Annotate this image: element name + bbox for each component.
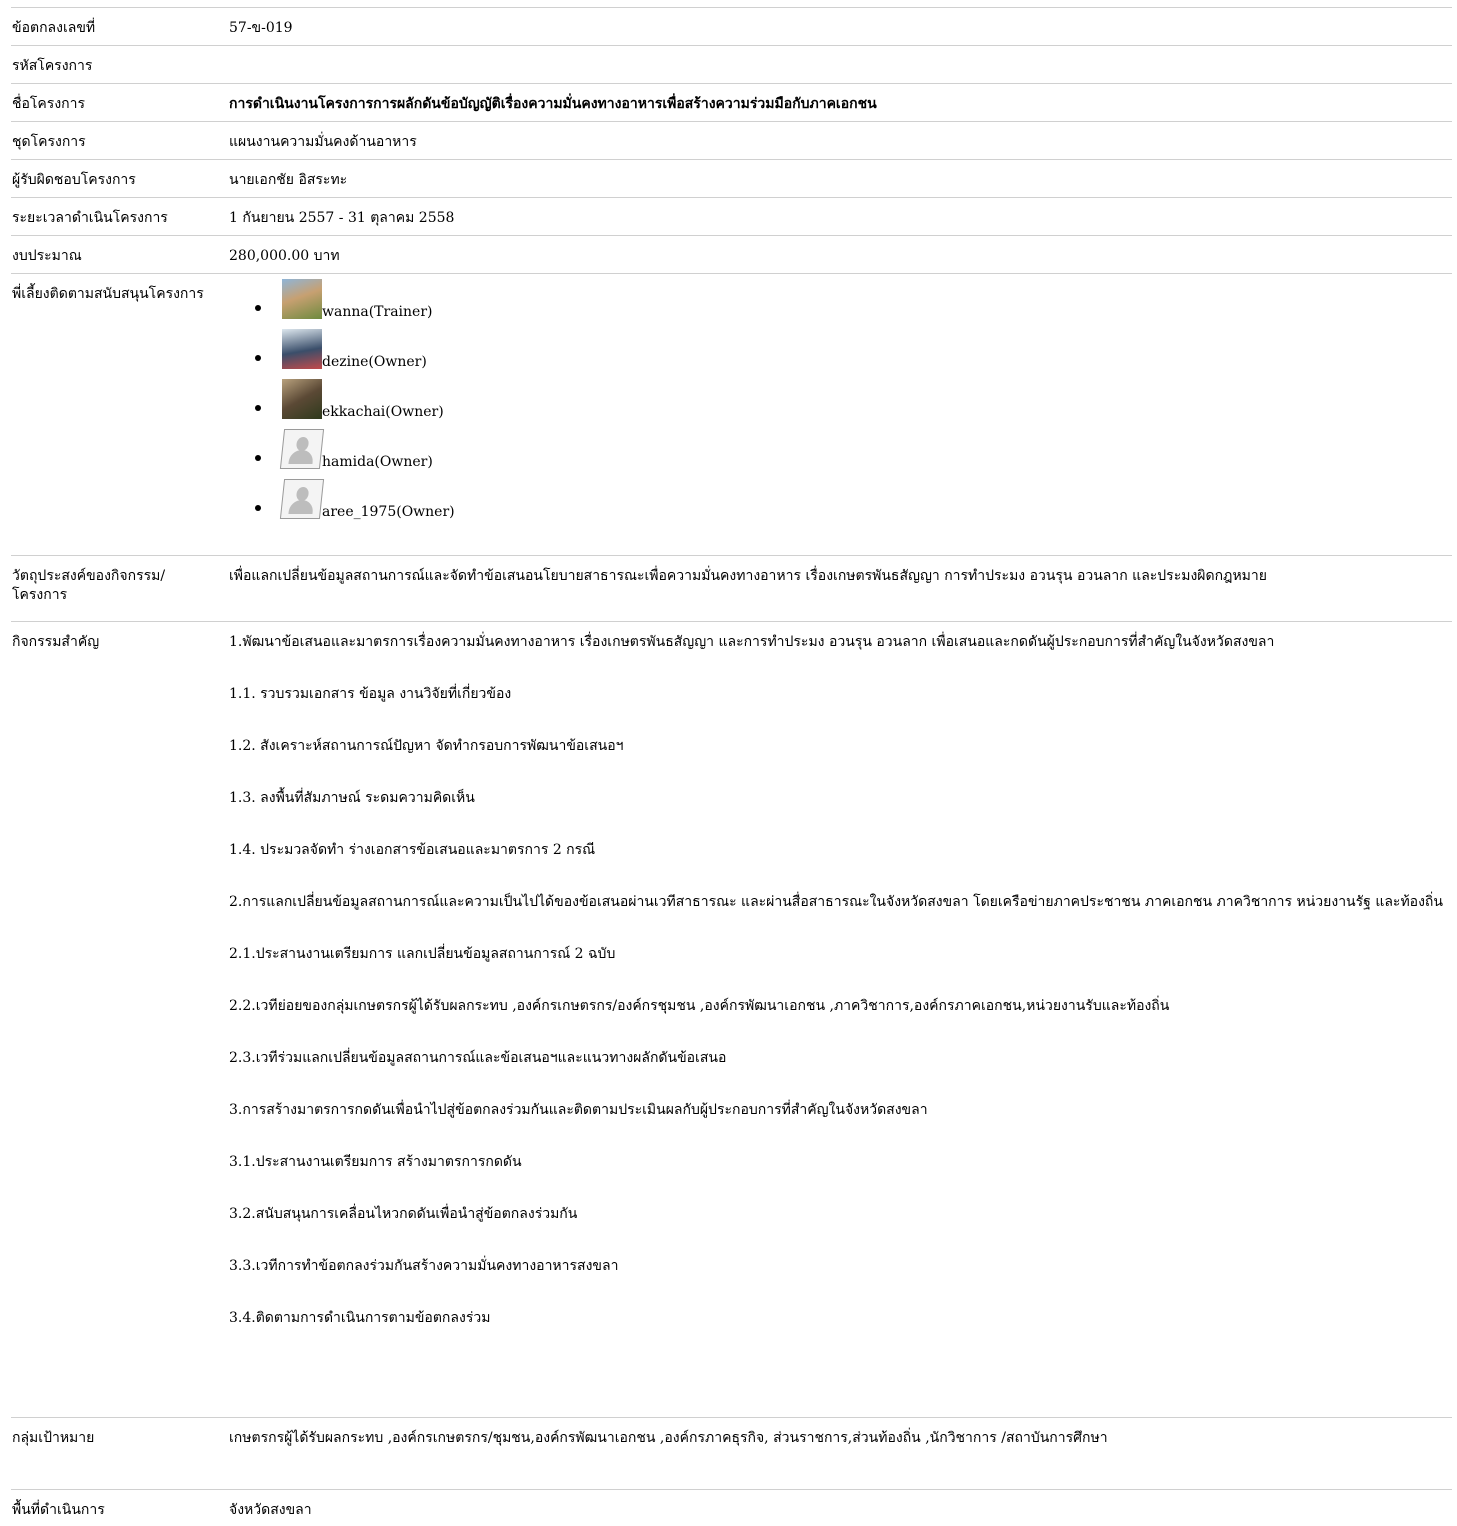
project-info-table: ข้อตกลงเลขที่ 57-ข-019 รหัสโครงการ ชื่อโ… [11,7,1452,1526]
user-placeholder-icon[interactable] [279,479,325,519]
area-value: จังหวัดสงขลา [229,1502,312,1518]
activity-item: 1.4. ประมวลจัดทำ ร่างเอกสารข้อเสนอและมาต… [229,842,596,858]
activity-item: 1.2. สังเคราะห์สถานการณ์ปัญหา จัดทำกรอบก… [229,738,624,754]
bullet-icon [255,405,261,411]
row-area: พื้นที่ดำเนินการ จังหวัดสงขลา [11,1489,1452,1526]
user-placeholder-icon[interactable] [279,429,325,469]
project-name-value: การดำเนินงานโครงการการผลักดันข้อบัญญัติเ… [229,96,877,112]
key-activities-label: กิจกรรมสำคัญ [12,634,100,650]
mentor-item: aree_1975(Owner) [255,474,1452,524]
activity-item: 2.การแลกเปลี่ยนข้อมูลสถานการณ์และความเป็… [229,894,1443,910]
key-activities-value: 1.พัฒนาข้อเสนอและมาตรการเรื่องความมั่นคง… [228,622,1452,1418]
mentor-item: dezine(Owner) [255,324,1452,374]
activity-item: 1.3. ลงพื้นที่สัมภาษณ์ ระดมความคิดเห็น [229,790,475,806]
avatar[interactable] [282,329,322,369]
row-mentors: พี่เลี้ยงติดตามสนับสนุนโครงการ wanna(Tra… [11,273,1452,556]
responsible-label: ผู้รับผิดชอบโครงการ [12,172,136,188]
row-responsible: ผู้รับผิดชอบโครงการ นายเอกชัย อิสระทะ [11,159,1452,198]
row-project-name: ชื่อโครงการ การดำเนินงานโครงการการผลักดั… [11,83,1452,122]
project-detail-page: ข้อตกลงเลขที่ 57-ข-019 รหัสโครงการ ชื่อโ… [0,0,1457,1526]
mentor-item: hamida(Owner) [255,424,1452,474]
activity-item: 2.3.เวทีร่วมแลกเปลี่ยนข้อมูลสถานการณ์และ… [229,1050,727,1066]
agreement-no-label: ข้อตกลงเลขที่ [12,20,96,36]
mentor-list: wanna(Trainer) dezine(Owner) ekkachai(Ow… [229,274,1452,524]
activity-item: 3.การสร้างมาตรการกดดันเพื่อนำไปสู่ข้อตกล… [229,1102,928,1118]
activity-item: 3.3.เวทีการทำข้อตกลงร่วมกันสร้างความมั่น… [229,1258,619,1274]
row-objective: วัตถุประสงค์ของกิจกรรม/โครงการ เพื่อแลกเ… [11,555,1452,622]
objective-label: วัตถุประสงค์ของกิจกรรม/โครงการ [12,568,166,603]
activity-item: 3.2.สนับสนุนการเคลื่อนไหวกดดันเพื่อนำสู่… [229,1206,578,1222]
bullet-icon [255,505,261,511]
bullet-icon [255,355,261,361]
mentor-item: wanna(Trainer) [255,274,1452,324]
duration-label: ระยะเวลาดำเนินโครงการ [12,210,168,226]
project-set-label: ชุดโครงการ [12,134,86,150]
project-name-label: ชื่อโครงการ [12,96,86,112]
row-project-code: รหัสโครงการ [11,45,1452,84]
activity-item: 3.1.ประสานงานเตรียมการ สร้างมาตรการกดดัน [229,1154,522,1170]
mentors-value: wanna(Trainer) dezine(Owner) ekkachai(Ow… [228,274,1452,556]
activity-item: 1.1. รวบรวมเอกสาร ข้อมูล งานวิจัยที่เกี่… [229,686,512,702]
row-key-activities: กิจกรรมสำคัญ 1.พัฒนาข้อเสนอและมาตรการเรื… [11,621,1452,1418]
row-agreement-no: ข้อตกลงเลขที่ 57-ข-019 [11,7,1452,46]
avatar[interactable] [282,279,322,319]
mentor-name-link[interactable]: aree_1975(Owner) [322,503,455,522]
mentor-name-link[interactable]: hamida(Owner) [322,453,433,472]
row-duration: ระยะเวลาดำเนินโครงการ 1 กันยายน 2557 - 3… [11,197,1452,236]
bullet-icon [255,305,261,311]
project-set-value: แผนงานความมั่นคงด้านอาหาร [229,134,417,150]
budget-label: งบประมาณ [12,248,82,264]
activity-item: 1.พัฒนาข้อเสนอและมาตรการเรื่องความมั่นคง… [229,634,1275,650]
project-code-label: รหัสโครงการ [12,58,93,74]
agreement-no-value: 57-ข-019 [229,20,293,36]
mentors-label: พี่เลี้ยงติดตามสนับสนุนโครงการ [12,286,204,302]
mentor-name-link[interactable]: ekkachai(Owner) [322,403,444,422]
row-budget: งบประมาณ 280,000.00 บาท [11,235,1452,274]
avatar[interactable] [282,379,322,419]
area-label: พื้นที่ดำเนินการ [12,1502,105,1518]
responsible-value: นายเอกชัย อิสระทะ [229,172,348,188]
target-group-value: เกษตรกรผู้ได้รับผลกระทบ ,องค์กรเกษตรกร/ช… [229,1430,1108,1446]
target-group-label: กลุ่มเป้าหมาย [12,1430,95,1446]
budget-value: 280,000.00 บาท [229,248,340,264]
row-project-set: ชุดโครงการ แผนงานความมั่นคงด้านอาหาร [11,121,1452,160]
bullet-icon [255,455,261,461]
activity-item: 2.1.ประสานงานเตรียมการ แลกเปลี่ยนข้อมูลส… [229,946,616,962]
mentor-name-link[interactable]: wanna(Trainer) [322,303,432,322]
objective-value: เพื่อแลกเปลี่ยนข้อมูลสถานการณ์และจัดทำข้… [229,568,1267,584]
project-code-value [228,46,1452,84]
mentor-item: ekkachai(Owner) [255,374,1452,424]
mentor-name-link[interactable]: dezine(Owner) [322,353,427,372]
row-target-group: กลุ่มเป้าหมาย เกษตรกรผู้ได้รับผลกระทบ ,อ… [11,1417,1452,1490]
duration-value: 1 กันยายน 2557 - 31 ตุลาคม 2558 [229,210,455,226]
activity-item: 2.2.เวทีย่อยของกลุ่มเกษตรกรผู้ได้รับผลกร… [229,998,1170,1014]
activity-item: 3.4.ติดตามการดำเนินการตามข้อตกลงร่วม [229,1310,491,1326]
